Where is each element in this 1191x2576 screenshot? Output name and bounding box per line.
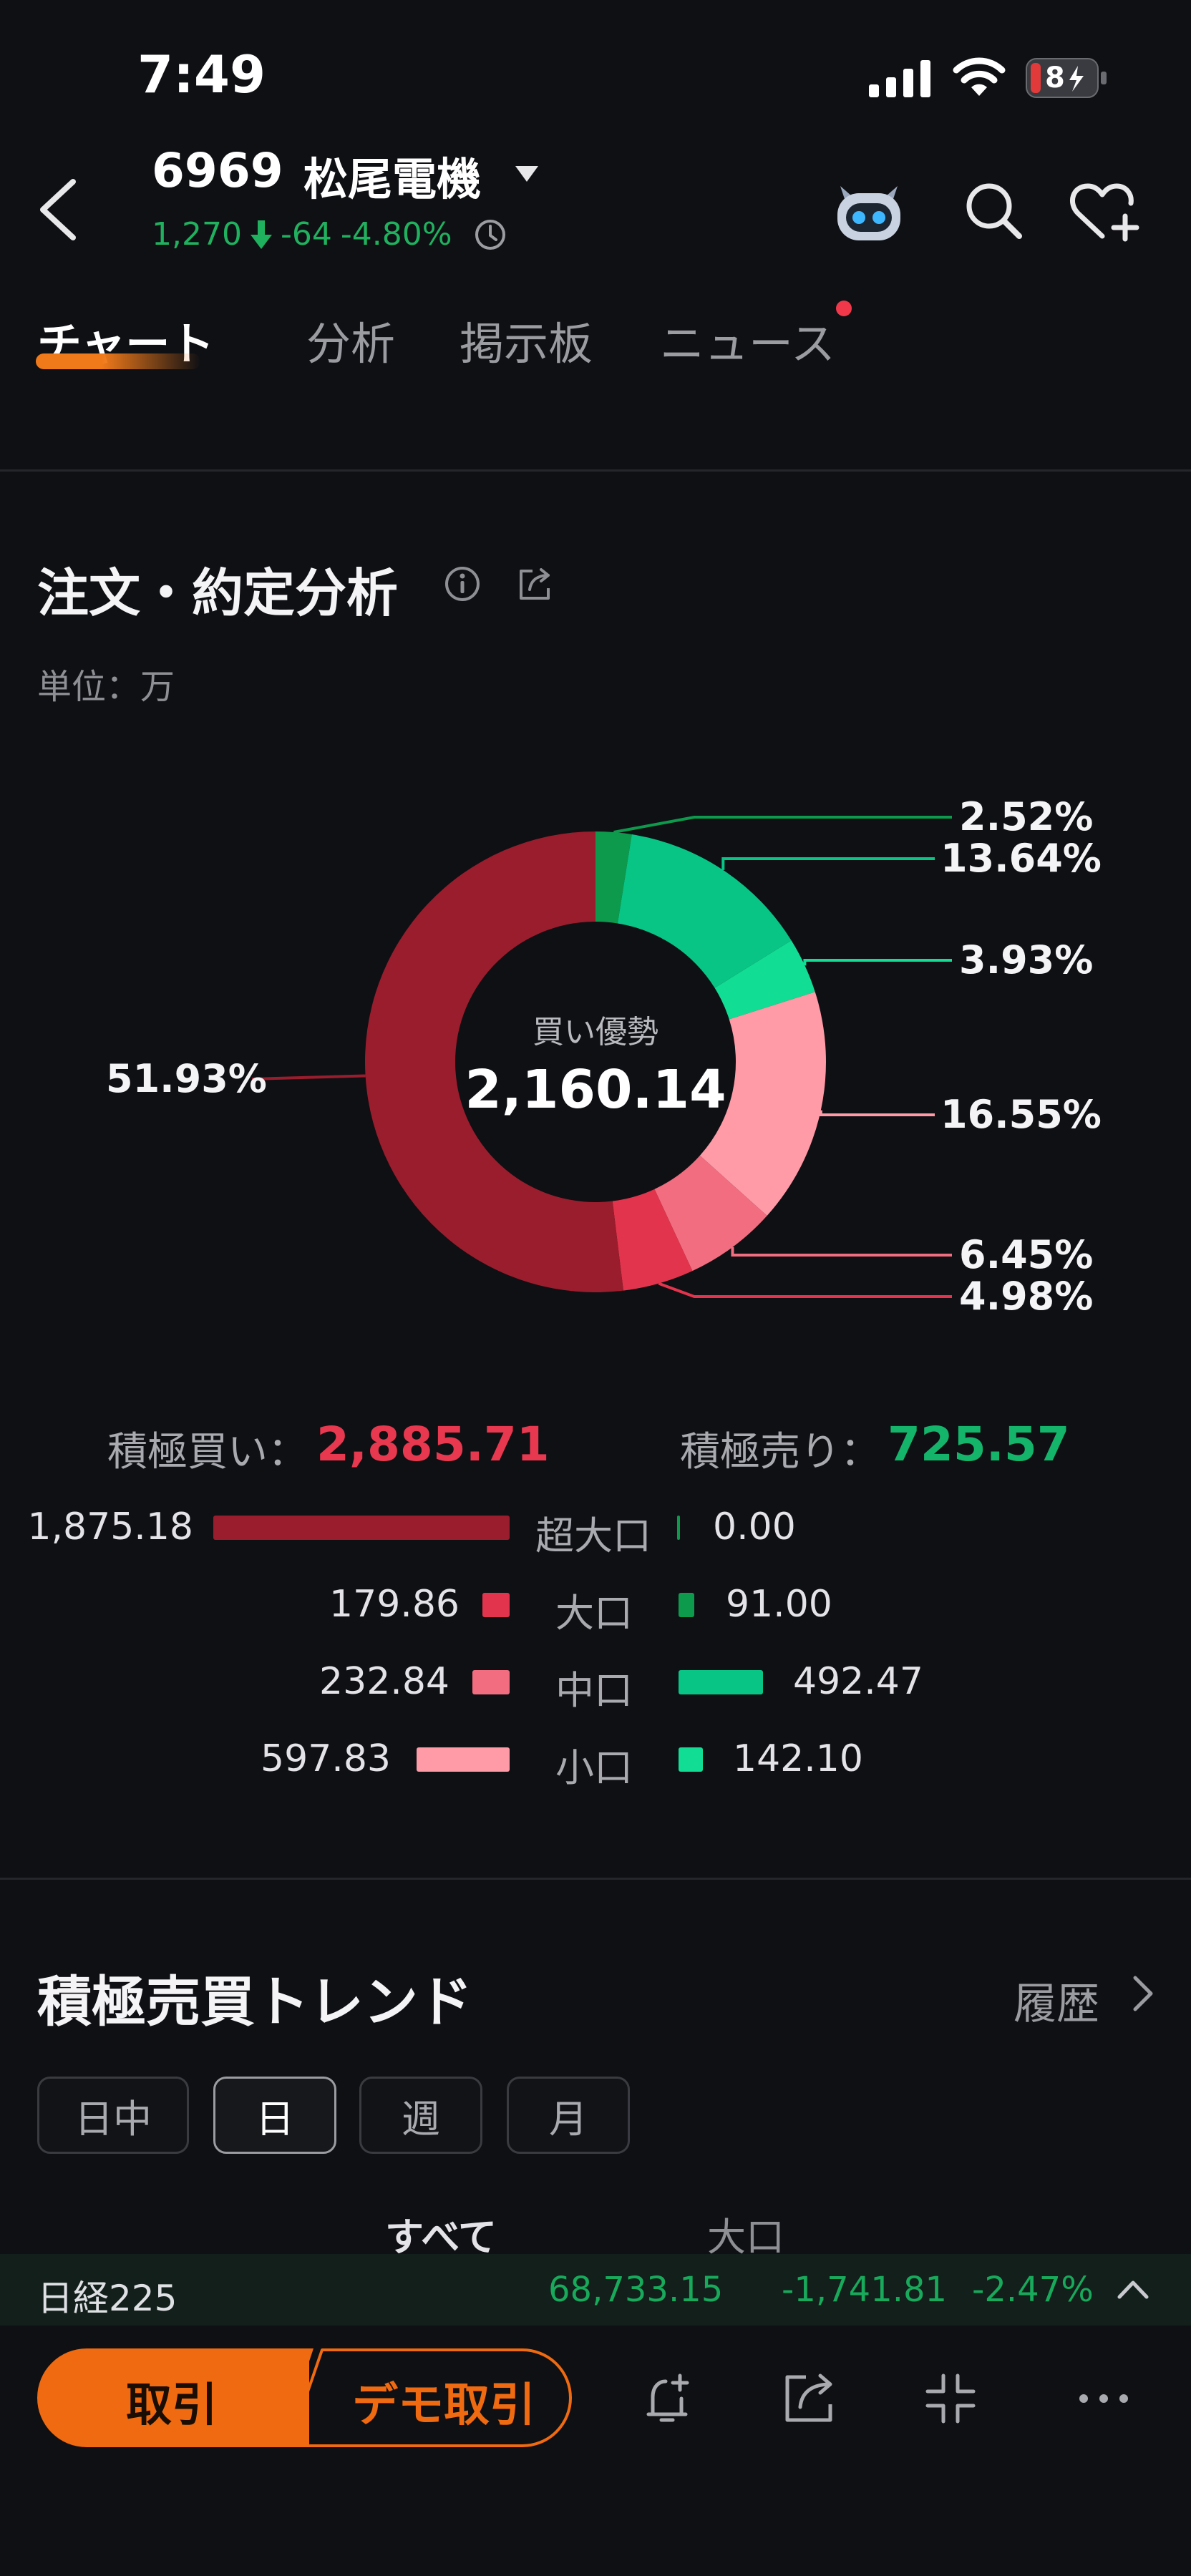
history-link[interactable]: 履歴 — [1013, 1969, 1099, 2031]
buy-bar — [417, 1747, 510, 1772]
price-change-pct: -4.80% — [340, 216, 452, 253]
more-icon[interactable] — [1075, 2370, 1132, 2427]
row-buy-value: 1,875.18 — [27, 1506, 193, 1548]
unit-label: 単位：万 — [37, 667, 175, 707]
leader-line — [803, 959, 952, 966]
price-change: -64 — [280, 216, 332, 253]
leader-line — [658, 1282, 952, 1298]
period-week[interactable]: 週 — [359, 2077, 482, 2154]
active-sell-label: 積極売り： — [680, 1429, 880, 1475]
chevron-up-icon[interactable] — [1115, 2275, 1151, 2301]
demo-trade-label: デモ取引 — [352, 2379, 535, 2432]
clock-icon[interactable] — [474, 218, 507, 251]
sell-bar — [679, 1747, 703, 1772]
sell-bar — [677, 1516, 680, 1540]
slice-label: 4.98% — [959, 1274, 1094, 1319]
row-sell-value: 0.00 — [713, 1506, 796, 1548]
active-sell-total: 725.57 — [888, 1417, 1070, 1472]
cellular-signal-icon — [869, 60, 930, 97]
row-label: 大口 — [555, 1591, 633, 1636]
add-favorite-icon[interactable] — [1069, 180, 1141, 242]
price-row: 1,270 -64 -4.80% — [152, 216, 507, 253]
row-buy-value: 597.83 — [261, 1737, 391, 1780]
search-icon[interactable] — [963, 180, 1024, 240]
row-buy-value: 232.84 — [319, 1660, 449, 1703]
share-icon[interactable] — [517, 567, 553, 601]
stock-name[interactable]: 松尾電機 — [303, 143, 481, 208]
back-icon[interactable] — [37, 177, 79, 242]
row-label: 超大口 — [535, 1513, 651, 1558]
tab-analysis[interactable]: 分析 — [306, 308, 395, 372]
alert-bell-icon[interactable] — [638, 2370, 696, 2427]
row-sell-value: 142.10 — [733, 1737, 863, 1780]
active-buy-label: 積極買い： — [107, 1429, 308, 1475]
stock-price: 1,270 — [152, 216, 242, 253]
donut-center-value: 2,160.14 — [465, 1059, 726, 1121]
buy-bar — [472, 1670, 510, 1694]
leader-line — [819, 1110, 935, 1116]
index-value: 68,733.15 — [548, 2270, 724, 2310]
share-icon[interactable] — [780, 2370, 837, 2427]
stock-code[interactable]: 6969 — [152, 143, 283, 198]
down-arrow-icon — [250, 220, 272, 249]
tab-board[interactable]: 掲示板 — [460, 308, 593, 372]
slice-label: 6.45% — [959, 1232, 1094, 1277]
buy-bar — [482, 1593, 510, 1617]
row-label: 小口 — [555, 1745, 633, 1790]
trend-title: 積極売買トレンド — [37, 1970, 472, 2034]
period-day[interactable]: 日 — [213, 2077, 336, 2154]
index-name: 日経225 — [37, 2278, 178, 2319]
leader-line — [251, 1074, 366, 1080]
donut-center-label: 買い優勢 — [533, 1014, 658, 1050]
divider — [0, 1878, 1191, 1880]
news-badge — [836, 301, 852, 316]
divider — [0, 469, 1191, 472]
row-buy-value: 179.86 — [329, 1583, 460, 1626]
chevron-right-icon[interactable] — [1128, 1972, 1157, 2015]
buy-bar — [213, 1516, 510, 1540]
slice-label: 13.64% — [940, 836, 1102, 881]
period-intraday[interactable]: 日中 — [37, 2077, 189, 2154]
leader-line — [613, 816, 952, 834]
ai-assistant-icon[interactable] — [830, 175, 908, 243]
index-change: -1,741.81 — [782, 2270, 948, 2310]
row-sell-value: 91.00 — [726, 1583, 832, 1626]
sell-bar — [679, 1593, 694, 1617]
tab-active-indicator — [36, 353, 200, 369]
slice-label: 51.93% — [106, 1056, 267, 1101]
slice-label: 16.55% — [940, 1092, 1102, 1137]
info-icon[interactable] — [444, 565, 481, 602]
period-month[interactable]: 月 — [507, 2077, 630, 2154]
caret-down-icon[interactable] — [515, 166, 538, 182]
slice-label: 3.93% — [959, 937, 1094, 982]
wifi-icon — [953, 57, 1006, 96]
leader-line — [721, 857, 935, 870]
leader-line — [731, 1246, 952, 1257]
battery-level: 8 — [1045, 62, 1065, 94]
row-sell-value: 492.47 — [793, 1660, 923, 1703]
sell-bar — [679, 1670, 763, 1694]
collapse-icon[interactable] — [922, 2370, 979, 2427]
battery-icon: 8 — [1025, 57, 1108, 99]
active-buy-total: 2,885.71 — [316, 1417, 550, 1472]
row-label: 中口 — [555, 1668, 633, 1713]
trade-button-label: 取引 — [126, 2379, 218, 2432]
slice-label: 2.52% — [959, 794, 1094, 839]
order-analysis-title: 注文・約定分析 — [37, 563, 399, 623]
status-time: 7:49 — [137, 44, 266, 104]
tab-news[interactable]: ニュース — [660, 308, 835, 372]
index-change-pct: -2.47% — [972, 2270, 1094, 2310]
